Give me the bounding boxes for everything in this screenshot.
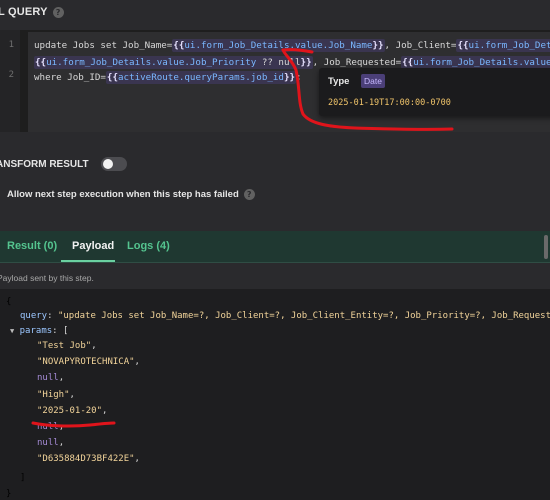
json-comma: , (69, 389, 75, 400)
tab-logs[interactable]: Logs (4) (127, 240, 170, 252)
json-null: null (37, 438, 59, 449)
template-binding: {{activeRoute.queryParams.job_id}} (105, 71, 297, 84)
json-comma: , (58, 373, 65, 384)
help-icon[interactable]: ? (52, 6, 64, 18)
tooltip-type-label: Type (328, 76, 350, 87)
brace: {{ (35, 57, 47, 68)
json-null: null (37, 373, 59, 384)
json-null: null (37, 422, 59, 432)
brace: {{ (106, 72, 118, 83)
json-string: "NOVAPYROTECHNICA" (37, 357, 135, 368)
result-tabs: Result (0) Payload Logs (4) (0, 231, 550, 263)
json-param-item: null, (37, 438, 64, 448)
transform-result-toggle[interactable] (100, 157, 127, 171)
json-param-item: "High", (37, 390, 75, 400)
query-step-panel: L QUERY ? 1 2 update Jobs set Job_Name={… (0, 0, 550, 500)
json-string: "High" (37, 389, 70, 400)
tooltip-value: 2025-01-19T17:00:00-0700 (328, 98, 451, 108)
binding-expression: ui.form_Job_Details.value.Job_Priority (46, 57, 257, 68)
code-text: ; (296, 72, 302, 83)
json-comma: , (102, 405, 108, 416)
json-param-item: null, (37, 373, 64, 383)
binding-operator: ?? null (256, 57, 301, 68)
binding-expression: activeRoute.queryParams.job_id (118, 72, 284, 83)
json-close-brace: } (6, 489, 12, 499)
json-key: params (19, 326, 53, 336)
brace: {{ (173, 40, 185, 51)
line-number: 2 (8, 70, 14, 80)
json-param-item: "D635884D73BF422E", (37, 454, 140, 464)
json-string: "update Jobs set Job_Name=?, Job_Client=… (57, 311, 550, 321)
line-number: 1 (8, 40, 14, 50)
json-key: query (20, 311, 48, 321)
brace: }} (283, 72, 296, 83)
allow-next-step-label: Allow next step execution when this step… (7, 188, 239, 200)
code-text: update Jobs set Job_Name= (34, 40, 173, 51)
json-string: "D635884D73BF422E" (37, 454, 135, 465)
brace: {{ (402, 57, 414, 68)
json-param-item: "Test Job", (37, 341, 97, 351)
json-comma: , (134, 357, 140, 368)
collapse-caret-icon[interactable]: ▼ (10, 327, 14, 335)
json-string: "Test Job" (37, 341, 92, 351)
json-string: "2025-01-20" (37, 405, 103, 416)
tab-result[interactable]: Result (0) (7, 240, 57, 252)
template-binding: {{ui.form_Job_Details.value.Job_Name}} (172, 39, 385, 52)
help-icon[interactable]: ? (243, 188, 255, 200)
json-params-line: ▼ params: [ (10, 326, 69, 336)
transform-result-label: ANSFORM RESULT (0, 158, 89, 170)
json-comma: , (134, 454, 140, 465)
payload-json-viewer: { query: "update Jobs set Job_Name=?, Jo… (0, 289, 550, 500)
code-text: where Job_ID= (34, 72, 106, 83)
json-close-bracket: ] (20, 473, 26, 483)
json-open-brace: { (6, 297, 12, 307)
editor-gutter: 1 2 (0, 30, 20, 132)
json-param-item: "NOVAPYROTECHNICA", (37, 357, 140, 367)
json-comma: , (58, 438, 65, 449)
allow-next-step-row: Allow next step execution when this step… (7, 186, 255, 202)
json-bracket: [ (63, 326, 69, 336)
sql-query-header: L QUERY ? (0, 0, 550, 24)
binding-expression: ui.form_Job_Details.value.Job_C (468, 40, 550, 51)
brace: {{ (457, 40, 469, 51)
code-line-2: where Job_ID={{activeRoute.queryParams.j… (34, 71, 302, 84)
payload-caption: Payload sent by this step. (0, 273, 94, 283)
brace: }} (300, 57, 312, 68)
template-binding: {{ui.form_Job_Details.value.Job_C (456, 39, 550, 52)
tab-payload[interactable]: Payload (72, 240, 114, 252)
json-param-item: "2025-01-20", (37, 406, 107, 416)
json-query-line: query: "update Jobs set Job_Name=?, Job_… (20, 311, 550, 321)
toggle-knob (102, 159, 113, 169)
json-comma: , (58, 422, 65, 432)
json-comma: , (91, 341, 97, 351)
section-title: L QUERY (0, 6, 48, 18)
code-text: , Job_Requested= (312, 57, 402, 68)
binding-expression: ui.form_Job_Details.value.Job_Requested (413, 57, 550, 68)
type-badge: Date (361, 74, 385, 88)
code-text: , Job_Client= (384, 40, 457, 51)
brace: }} (372, 40, 384, 51)
code-line-1-wrap: {{ui.form_Job_Details.value.Job_Priority… (34, 56, 550, 69)
json-param-item: null, (37, 422, 64, 432)
type-tooltip: Type Date ⧉ 2025-01-19T17:00:00-0700 (319, 68, 550, 116)
active-tab-indicator (61, 260, 115, 262)
scrollbar[interactable] (544, 235, 548, 259)
transform-result-row: ANSFORM RESULT (0, 155, 127, 173)
binding-expression: ui.form_Job_Details.value.Job_Name (184, 40, 373, 51)
template-binding: {{ui.form_Job_Details.value.Job_Priority… (34, 56, 313, 69)
code-line-1: update Jobs set Job_Name={{ui.form_Job_D… (34, 39, 550, 52)
